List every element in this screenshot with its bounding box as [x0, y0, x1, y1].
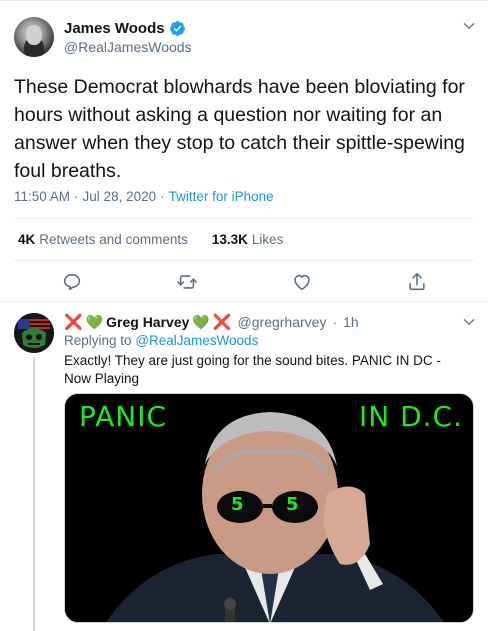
thread-line [33, 357, 35, 631]
verified-badge-icon [169, 21, 185, 36]
tweet-page: James Woods @RealJamesWoods These Democr… [0, 0, 488, 631]
tweet-stats: 4K Retweets and comments 13.3K Likes [18, 232, 283, 247]
reply-text: Exactly! They are just going for the sou… [64, 353, 441, 386]
x-mark-icon: ❌ [212, 314, 232, 331]
retweets-label[interactable]: Retweets and comments [39, 232, 188, 247]
retweet-button[interactable] [176, 271, 198, 293]
like-icon [294, 274, 310, 291]
reply-author-name[interactable]: Greg Harvey [106, 314, 189, 330]
divider [0, 301, 488, 302]
tweet-actions [0, 271, 488, 295]
reply-header: ❌ 💚 Greg Harvey 💚 ❌ @gregrharvey · 1h [64, 313, 359, 332]
like-button[interactable] [291, 271, 313, 293]
tweet-date[interactable]: Jul 28, 2020 [83, 189, 157, 204]
tweet-source-link[interactable]: Twitter for iPhone [169, 189, 274, 204]
likes-label[interactable]: Likes [252, 232, 284, 247]
x-mark-icon: ❌ [64, 314, 83, 331]
lens-digit-left: 5 [231, 494, 244, 515]
reply-avatar[interactable] [14, 313, 54, 353]
reply-separator: · [332, 314, 338, 330]
tweet-meta: 11:50 AM · Jul 28, 2020 · Twitter for iP… [14, 189, 274, 204]
green-heart-icon: 💚 [85, 313, 104, 330]
replying-label: Replying to [64, 333, 132, 348]
reply-button[interactable] [61, 271, 83, 293]
divider [14, 218, 474, 219]
reply-author-handle[interactable]: @gregrharvey [238, 314, 327, 330]
media-caption-left: PANIC [79, 400, 168, 433]
reply-age[interactable]: 1h [343, 314, 359, 330]
lens-digit-right: 5 [286, 494, 299, 515]
green-heart-icon: 💚 [192, 313, 210, 330]
replying-to: Replying to @RealJamesWoods [64, 333, 258, 348]
tweet-text: These Democrat blowhards have been blovi… [14, 76, 465, 182]
meta-separator: · [74, 189, 79, 204]
divider [14, 260, 474, 261]
chevron-down-icon[interactable] [462, 19, 476, 33]
retweet-icon [177, 275, 197, 289]
tweet-time[interactable]: 11:50 AM [14, 189, 70, 204]
retweets-count[interactable]: 4K [18, 232, 35, 247]
avatar[interactable] [14, 17, 54, 57]
flag-skull-avatar-image [14, 313, 54, 353]
reply-media-image[interactable]: PANIC IN D.C. 5 5 [64, 393, 474, 623]
likes-count[interactable]: 13.3K [212, 232, 248, 247]
comment-icon [63, 273, 81, 291]
author-name-label[interactable]: James Woods [64, 20, 165, 37]
media-caption-right: IN D.C. [358, 400, 463, 433]
author-name[interactable]: James Woods [64, 20, 186, 37]
share-icon [409, 272, 425, 291]
share-button[interactable] [406, 271, 428, 293]
chevron-down-icon[interactable] [462, 315, 476, 329]
replying-mention-link[interactable]: @RealJamesWoods [135, 333, 258, 348]
author-handle[interactable]: @RealJamesWoods [64, 39, 192, 55]
meta-separator: · [160, 189, 165, 204]
